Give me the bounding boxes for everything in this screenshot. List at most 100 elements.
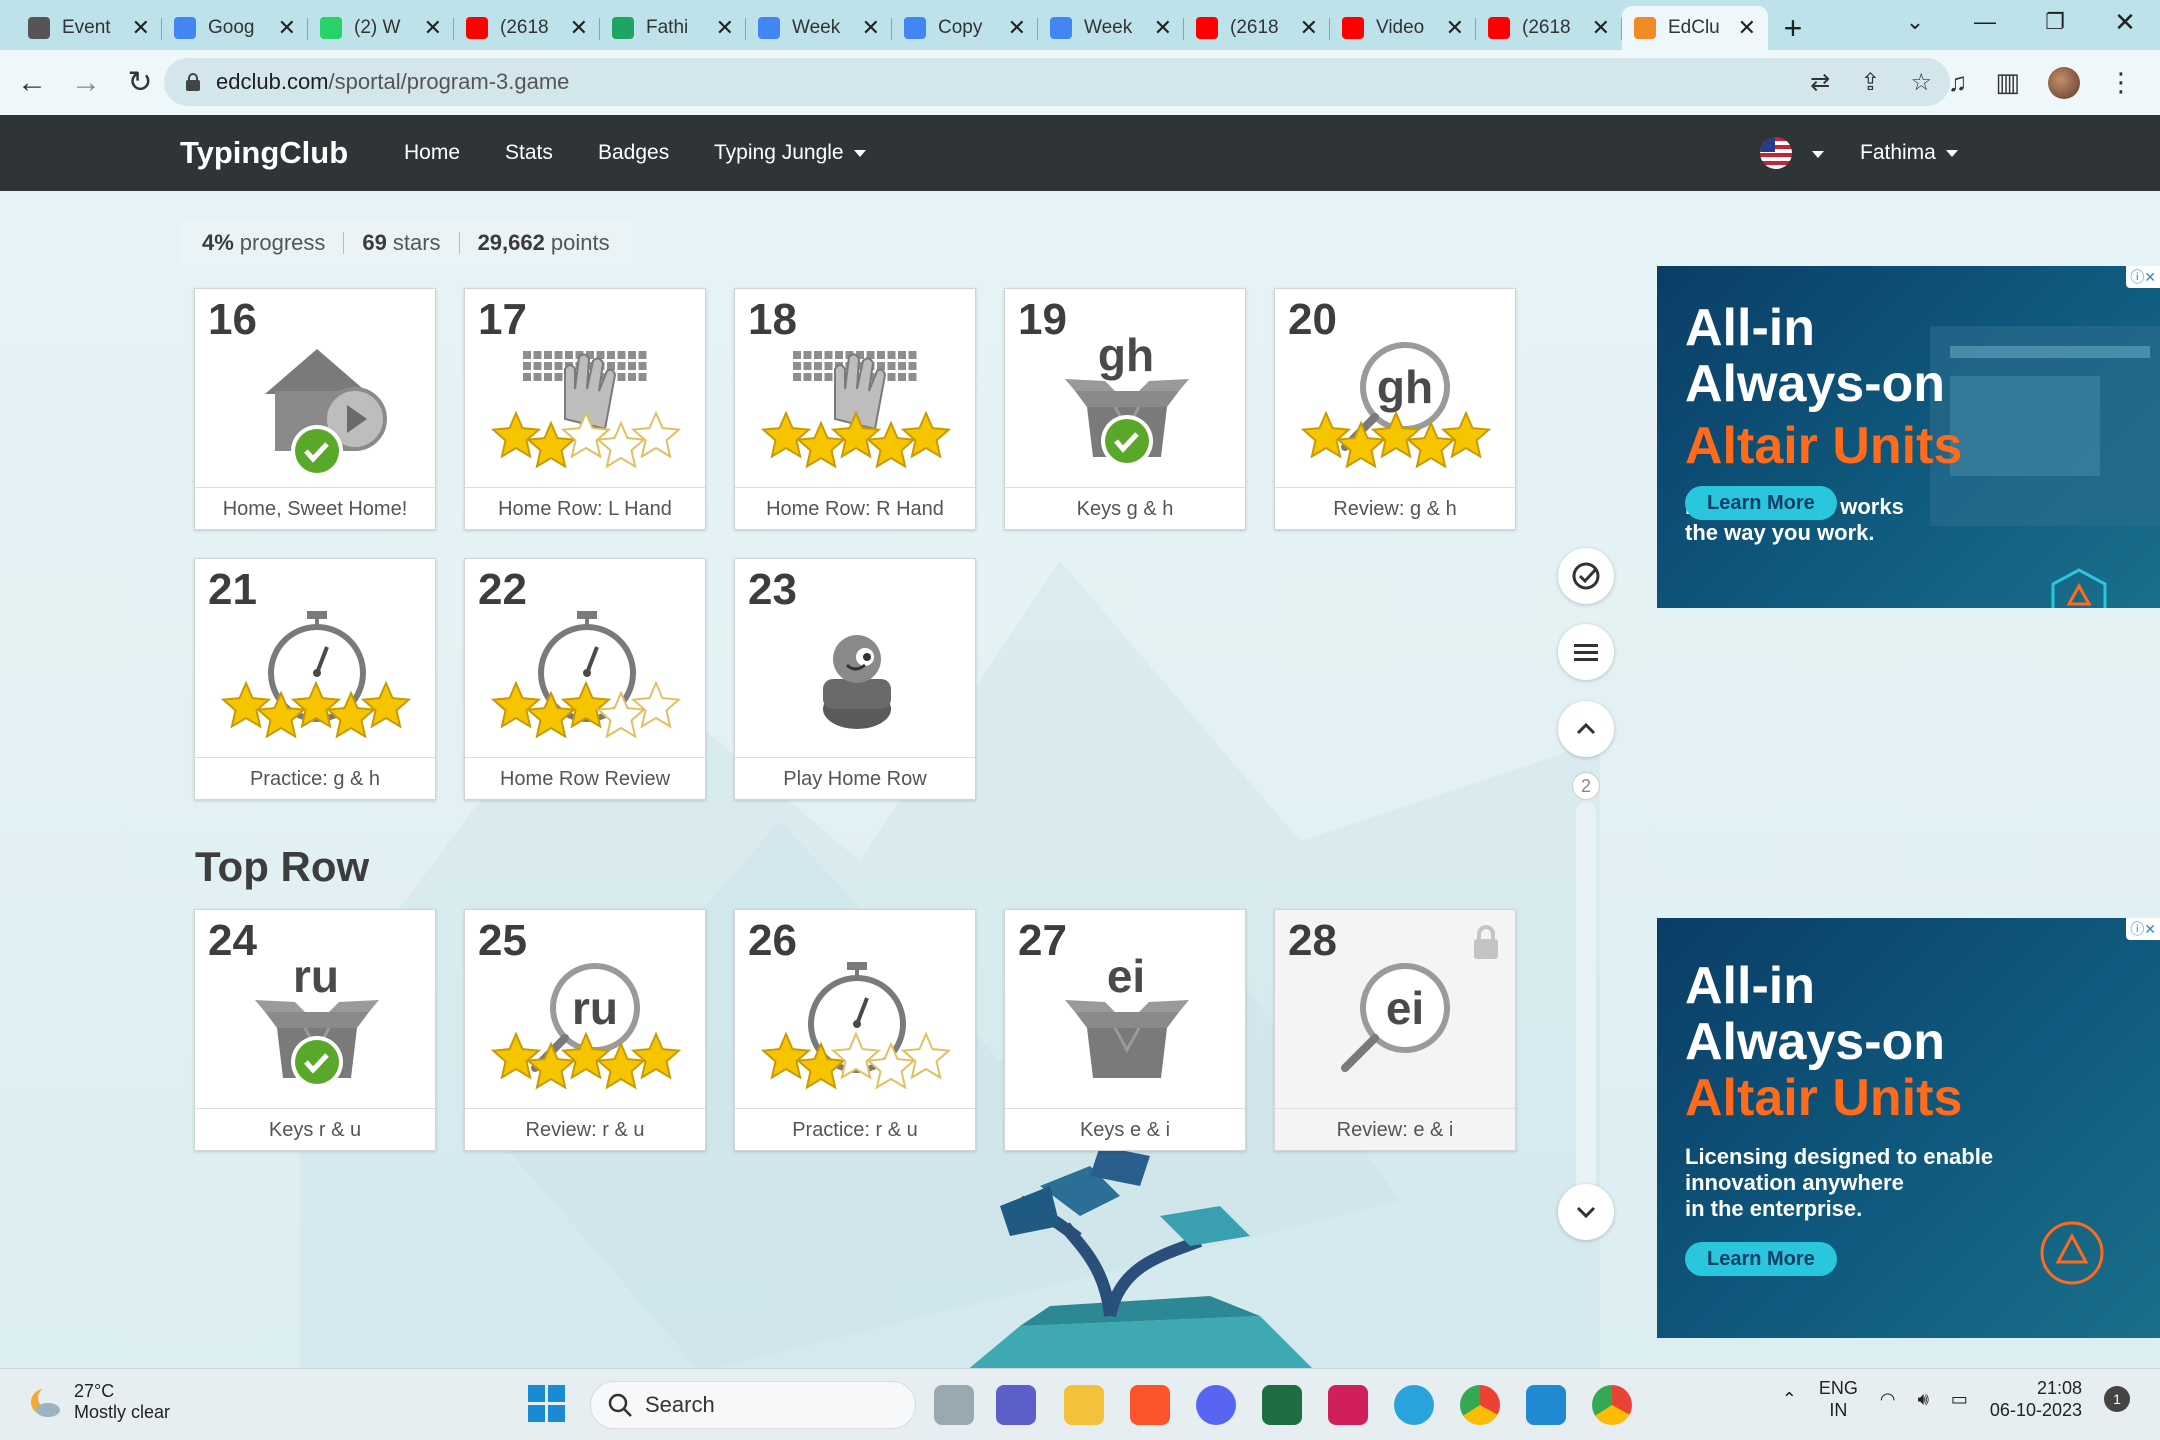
close-icon[interactable]: ✕ <box>424 15 442 41</box>
lesson-card-24[interactable]: 24 ru Keys r & u <box>194 909 436 1151</box>
ad2-learn-more-button[interactable]: Learn More <box>1685 1242 1837 1276</box>
ad-banner-1[interactable]: All-in Always-on Altair Units Licensing … <box>1657 266 2160 608</box>
lesson-card-16[interactable]: 16 Home, Sweet Home! <box>194 288 436 530</box>
box-keys-text: ru <box>293 950 339 1002</box>
restore-button[interactable]: ❐ <box>2020 0 2090 44</box>
lesson-label: Review: g & h <box>1275 487 1515 529</box>
lesson-card-27[interactable]: 27 ei Keys e & i <box>1004 909 1246 1151</box>
windows-start-icon[interactable] <box>528 1385 566 1423</box>
task-view-icon[interactable] <box>934 1385 974 1425</box>
chevron-down-icon[interactable] <box>1812 151 1824 158</box>
chrome-icon[interactable] <box>1460 1385 1500 1425</box>
new-tab-button[interactable]: + <box>1768 6 1818 50</box>
close-icon[interactable]: ✕ <box>1154 15 1172 41</box>
lesson-art: gh <box>1300 342 1492 469</box>
back-button[interactable]: ← <box>10 61 54 105</box>
nav-home[interactable]: Home <box>404 141 460 165</box>
user-menu[interactable]: Fathima <box>1860 141 1958 165</box>
stars-label: stars <box>392 230 441 255</box>
check-circle-button[interactable] <box>1558 548 1614 604</box>
weather-widget[interactable]: 27°C Mostly clear <box>28 1381 170 1423</box>
share-icon[interactable]: ⇪ <box>1860 68 1880 97</box>
browser-tab[interactable]: (2618 ✕ <box>1476 6 1622 50</box>
browser-tab[interactable]: Event ✕ <box>16 6 162 50</box>
scroll-down-button[interactable] <box>1558 1184 1614 1240</box>
ad-banner-2[interactable]: All-in Always-on Altair Units Licensing … <box>1657 918 2160 1338</box>
close-icon[interactable]: ✕ <box>1008 15 1026 41</box>
brand-logo[interactable]: TypingClub <box>180 135 348 171</box>
telegram-icon[interactable] <box>1394 1385 1434 1425</box>
close-icon[interactable]: ✕ <box>1738 15 1756 41</box>
close-icon[interactable]: ✕ <box>278 15 296 41</box>
lesson-art <box>490 611 682 739</box>
close-icon[interactable]: ✕ <box>570 15 588 41</box>
media-icon[interactable]: ♫ <box>1948 67 1968 98</box>
battery-icon[interactable]: ▭ <box>1951 1389 1968 1410</box>
lesson-card-18[interactable]: 18 Home Row: R Hand <box>734 288 976 530</box>
browser-tab[interactable]: Video ✕ <box>1330 6 1476 50</box>
lesson-card-19[interactable]: 19 gh Keys g & h <box>1004 288 1246 530</box>
scroll-up-button[interactable] <box>1558 701 1614 757</box>
wifi-icon[interactable]: ◠ <box>1880 1389 1896 1410</box>
lesson-art: ei <box>1065 950 1189 1078</box>
nav-badges[interactable]: Badges <box>598 141 669 165</box>
teams-chat-icon[interactable] <box>996 1385 1036 1425</box>
file-explorer-icon[interactable] <box>1064 1385 1104 1425</box>
taskbar-search[interactable]: Search <box>590 1381 916 1429</box>
lesson-card-20[interactable]: 20 gh Review: g & h <box>1274 288 1516 530</box>
brave-icon[interactable] <box>1130 1385 1170 1425</box>
profile-avatar[interactable] <box>2048 66 2080 99</box>
menu-kebab-icon[interactable]: ⋮ <box>2108 67 2134 98</box>
browser-tab[interactable]: (2618 ✕ <box>454 6 600 50</box>
browser-tab[interactable]: (2) W ✕ <box>308 6 454 50</box>
ad-choices-icon[interactable]: ⓘ✕ <box>2126 918 2160 940</box>
ad-choices-icon[interactable]: ⓘ✕ <box>2126 266 2160 288</box>
close-window-button[interactable]: ✕ <box>2090 0 2160 44</box>
browser-tab[interactable]: Week ✕ <box>746 6 892 50</box>
browser-tab[interactable]: Copy ✕ <box>892 6 1038 50</box>
nav-typing-jungle[interactable]: Typing Jungle <box>714 141 866 165</box>
page-scroll-track[interactable] <box>1576 802 1596 1202</box>
clock[interactable]: 21:08 06-10-2023 <box>1990 1377 2082 1421</box>
minimize-button[interactable]: — <box>1950 0 2020 44</box>
discord-icon[interactable] <box>1196 1385 1236 1425</box>
forward-button[interactable]: → <box>64 61 108 105</box>
vscode-icon[interactable] <box>1526 1385 1566 1425</box>
lesson-card-25[interactable]: 25 ru Review: r & u <box>464 909 706 1151</box>
browser-tab[interactable]: Goog ✕ <box>162 6 308 50</box>
close-icon[interactable]: ✕ <box>716 15 734 41</box>
lesson-card-21[interactable]: 21 Practice: g & h <box>194 558 436 800</box>
lesson-card-17[interactable]: 17 Home Row: L Hand <box>464 288 706 530</box>
close-icon[interactable]: ✕ <box>1592 15 1610 41</box>
menu-button[interactable] <box>1558 624 1614 680</box>
notification-badge[interactable]: 1 <box>2104 1386 2130 1412</box>
lesson-card-22[interactable]: 22 Home Row Review <box>464 558 706 800</box>
app-icon[interactable] <box>1328 1385 1368 1425</box>
url-path: /sportal/program-3.game <box>328 69 570 94</box>
volume-icon[interactable]: 🔊︎ <box>1918 1389 1929 1410</box>
browser-tab[interactable]: Fathi ✕ <box>600 6 746 50</box>
browser-tab[interactable]: Week ✕ <box>1038 6 1184 50</box>
close-icon[interactable]: ✕ <box>132 15 150 41</box>
side-panel-icon[interactable]: ▥ <box>1995 67 2020 98</box>
ad-learn-more-button[interactable]: Learn More <box>1685 486 1837 520</box>
chrome-profile-icon[interactable] <box>1592 1385 1632 1425</box>
translate-icon[interactable]: ⇄ <box>1810 68 1830 97</box>
close-icon[interactable]: ✕ <box>862 15 880 41</box>
browser-tab[interactable]: EdClu ✕ <box>1622 6 1768 50</box>
close-icon[interactable]: ✕ <box>1446 15 1464 41</box>
address-bar[interactable]: edclub.com/sportal/program-3.game ⇄ ⇪ ☆ <box>164 58 1950 106</box>
reload-button[interactable]: ↻ <box>118 61 162 105</box>
nav-stats[interactable]: Stats <box>505 141 553 165</box>
browser-tab[interactable]: (2618 ✕ <box>1184 6 1330 50</box>
bookmark-star-icon[interactable]: ☆ <box>1910 68 1932 97</box>
tab-search-icon[interactable]: ⌄ <box>1880 0 1950 44</box>
us-flag-icon[interactable] <box>1760 137 1792 169</box>
lesson-card-28[interactable]: 28 ei Review: e & i <box>1274 909 1516 1151</box>
excel-icon[interactable] <box>1262 1385 1302 1425</box>
lesson-card-23[interactable]: 23 Play Home Row <box>734 558 976 800</box>
language-indicator[interactable]: ENG IN <box>1819 1377 1858 1421</box>
chevron-up-icon[interactable]: ⌃ <box>1782 1389 1797 1410</box>
lesson-card-26[interactable]: 26 Practice: r & u <box>734 909 976 1151</box>
close-icon[interactable]: ✕ <box>1300 15 1318 41</box>
